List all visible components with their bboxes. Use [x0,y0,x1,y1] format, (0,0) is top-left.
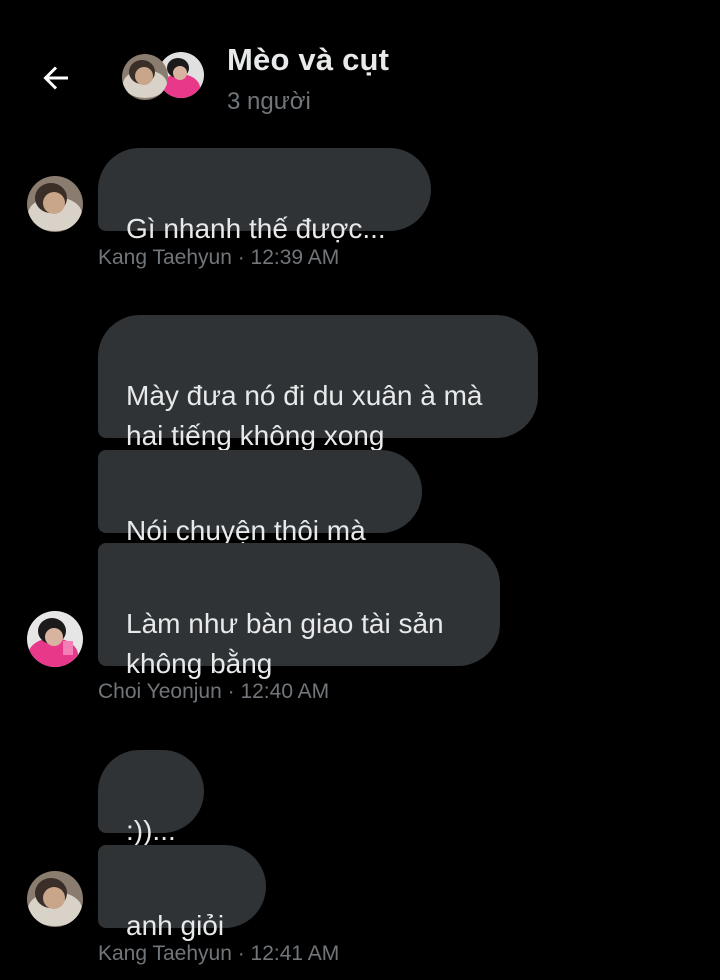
message-text: anh giỏi [126,910,225,941]
message-meta: Kang Taehyun · 12:39 AM [98,246,340,269]
message-bubble[interactable]: anh giỏi [98,845,266,941]
message-text: Mày đưa nó đi du xuân à mà hai tiếng khô… [126,380,483,451]
back-button[interactable] [36,58,76,98]
avatar-kang-taehyun[interactable] [27,176,83,232]
message-text: :))... [126,815,176,846]
message-bubble[interactable]: :))... [98,750,204,846]
message-text: Gì nhanh thế được... [126,213,386,244]
conversation-title[interactable]: Mèo và cụt [227,42,389,78]
avatar-kang-taehyun[interactable] [27,871,83,927]
message-text: Nói chuyện thôi mà [126,515,366,546]
message-meta: Choi Yeonjun · 12:40 AM [98,680,330,703]
avatar-choi-yeonjun[interactable] [27,611,83,667]
message-text: Làm như bàn giao tài sản không bằng [126,608,444,679]
avatar-kang-taehyun [122,54,168,100]
group-avatar[interactable] [122,52,204,104]
participant-count: 3 người [227,88,311,115]
message-bubble[interactable]: Nói chuyện thôi mà [98,450,422,546]
message-meta: Kang Taehyun · 12:41 AM [98,942,340,965]
message-bubble[interactable]: Làm như bàn giao tài sản không bằng [98,543,500,679]
message-bubble[interactable]: Gì nhanh thế được... [98,148,431,244]
arrow-left-icon [43,66,68,90]
message-bubble[interactable]: Mày đưa nó đi du xuân à mà hai tiếng khô… [98,315,538,451]
